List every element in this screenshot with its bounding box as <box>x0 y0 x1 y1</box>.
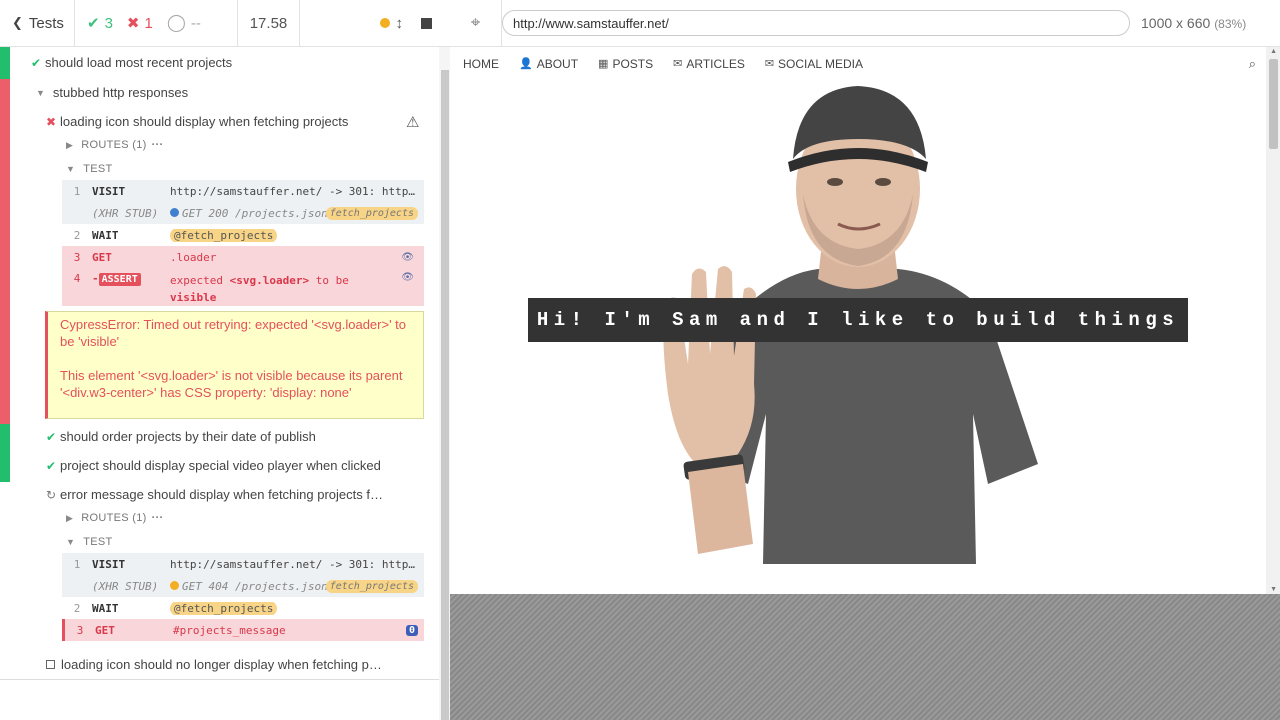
check-icon: ✔ <box>46 458 57 473</box>
ellipsis-icon: ··· <box>151 139 164 151</box>
passed-count: ✔ 3 <box>87 14 113 33</box>
command-visit[interactable]: 1 VISIT http://samstauffer.net/ -> 301: … <box>62 553 424 575</box>
square-icon <box>46 660 55 669</box>
pending-count: ◯ -- <box>166 13 201 32</box>
test-item-order-projects[interactable]: ✔ should order projects by their date of… <box>46 429 439 444</box>
warning-icon: ⚠ <box>406 113 420 131</box>
run-controls: ↕ <box>300 0 450 47</box>
routes-toggle[interactable]: ▶ ROUTES (1) ··· <box>66 512 439 524</box>
aut-scrollbar-thumb[interactable] <box>1269 59 1278 149</box>
command-get[interactable]: 3 GET .loader 👁 <box>62 246 424 268</box>
nav-social-media[interactable]: ✉ SOCIAL MEDIA <box>765 57 863 71</box>
aut-iframe: HOME 👤 ABOUT ▦ POSTS ✉ ARTICLES ✉ SOCIAL MED… <box>450 47 1280 594</box>
command-wait[interactable]: 2 WAIT @fetch_projects <box>62 597 424 619</box>
aut-header: ⌖ 1000 x 660 (83%) <box>450 0 1280 47</box>
chevron-left-icon: ❮ <box>12 15 23 30</box>
alias-tag: @fetch_projects <box>170 601 278 615</box>
hero-title: Hi! I'm Sam and I like to build things <box>528 298 1188 342</box>
reporter-panel: ❮ Tests ✔ 3 ✖ 1 ◯ -- 17.58 ↕ ✔ should lo… <box>0 0 450 720</box>
crosshairs-icon: ⌖ <box>470 13 481 32</box>
runnable-list: ✔ should load most recent projects ▼ stu… <box>0 47 439 679</box>
test-item-loading-icon[interactable]: ✖ loading icon should display when fetch… <box>46 113 439 131</box>
nav-articles[interactable]: ✉ ARTICLES <box>673 57 745 71</box>
test-counts: ✔ 3 ✖ 1 ◯ -- <box>75 0 238 47</box>
command-wait[interactable]: 2 WAIT @fetch_projects <box>62 224 424 246</box>
running-dot-icon <box>379 18 390 28</box>
test-commands-toggle[interactable]: ▼ TEST <box>66 163 439 175</box>
alias-tag: fetch_projects <box>325 579 418 593</box>
test-item-video-player[interactable]: ✔ project should display special video p… <box>46 458 439 473</box>
x-icon: ✖ <box>46 114 57 129</box>
suite-stubbed-http[interactable]: ▼ stubbed http responses <box>36 85 439 100</box>
eye-slash-icon: 👁 <box>401 251 414 263</box>
fail-indicator <box>0 79 10 424</box>
alias-tag: @fetch_projects <box>170 228 278 242</box>
refresh-icon: ↻ <box>46 487 57 502</box>
scroll-down-icon[interactable]: ▼ <box>1270 586 1277 593</box>
reporter-scrollbar-thumb[interactable] <box>441 70 449 720</box>
auto-scroll-toggle[interactable]: ↕ <box>379 14 404 32</box>
nav-posts[interactable]: ▦ POSTS <box>598 57 653 71</box>
divider <box>0 679 439 680</box>
scroll-up-icon[interactable]: ▲ <box>1270 48 1277 55</box>
tests-button-label: Tests <box>28 14 64 32</box>
aut-backdrop <box>450 594 1280 720</box>
test-item-load-recent[interactable]: ✔ should load most recent projects <box>31 55 439 70</box>
envelope-icon: ✉ <box>673 58 683 70</box>
x-icon: ✖ <box>126 15 140 32</box>
element-count-badge: 0 <box>405 624 418 636</box>
duration: 17.58 <box>238 0 300 47</box>
stats-bar: ❮ Tests ✔ 3 ✖ 1 ◯ -- 17.58 ↕ <box>0 0 450 47</box>
command-visit[interactable]: 1 VISIT http://samstauffer.net/ -> 301: … <box>62 180 424 202</box>
nav-about[interactable]: 👤 ABOUT <box>519 57 578 71</box>
test-item-error-message[interactable]: ↻ error message should display when fetc… <box>46 487 439 502</box>
search-icon[interactable]: ⌕ <box>1249 56 1256 72</box>
check-icon: ✔ <box>46 429 57 444</box>
command-get[interactable]: 3 GET #projects_message 0 <box>62 619 424 641</box>
status-dot-icon <box>170 207 179 217</box>
viewport-info[interactable]: 1000 x 660 (83%) <box>1141 15 1246 31</box>
pass-indicator <box>0 47 10 79</box>
test-commands-toggle[interactable]: ▼ TEST <box>66 536 439 548</box>
grid-icon: ▦ <box>598 58 609 70</box>
pass-indicator <box>0 424 10 482</box>
caret-down-icon: ▼ <box>66 537 76 547</box>
url-input[interactable] <box>502 10 1130 36</box>
check-icon: ✔ <box>31 55 42 70</box>
eye-slash-icon: 👁 <box>401 272 414 283</box>
selector-playground-button[interactable]: ⌖ <box>450 0 502 47</box>
caret-right-icon: ▶ <box>66 512 74 523</box>
tests-button[interactable]: ❮ Tests <box>0 0 75 47</box>
routes-toggle[interactable]: ▶ ROUTES (1) ··· <box>66 139 439 151</box>
command-xhr-stub[interactable]: (XHR STUB) GET 404 /projects.json fetch_… <box>62 575 424 597</box>
caret-down-icon: ▼ <box>36 87 45 98</box>
user-icon: 👤 <box>519 58 533 70</box>
command-assert[interactable]: 4 - ASSERT expected <svg.loader> to be vis… <box>62 268 424 306</box>
caret-right-icon: ▶ <box>66 139 74 150</box>
status-dot-icon <box>170 580 179 590</box>
test-item-loading-hidden[interactable]: loading icon should no longer display wh… <box>46 657 439 672</box>
envelope-icon: ✉ <box>764 58 775 70</box>
site-nav: HOME 👤 ABOUT ▦ POSTS ✉ ARTICLES ✉ SOCIAL MED… <box>450 47 1266 80</box>
circle-notch-icon: ◯ <box>166 13 186 32</box>
error-message: CypressError: Timed out retrying: expect… <box>45 311 424 419</box>
caret-down-icon: ▼ <box>66 164 76 174</box>
command-xhr-stub[interactable]: (XHR STUB) GET 200 /projects.json fetch_… <box>62 202 424 224</box>
ellipsis-icon: ··· <box>151 512 164 524</box>
stop-icon[interactable] <box>421 17 432 29</box>
arrows-v-icon: ↕ <box>395 14 404 32</box>
check-icon: ✔ <box>87 15 100 32</box>
failed-count: ✖ 1 <box>126 14 153 33</box>
nav-home[interactable]: HOME <box>463 57 499 71</box>
alias-tag: fetch_projects <box>325 206 418 220</box>
